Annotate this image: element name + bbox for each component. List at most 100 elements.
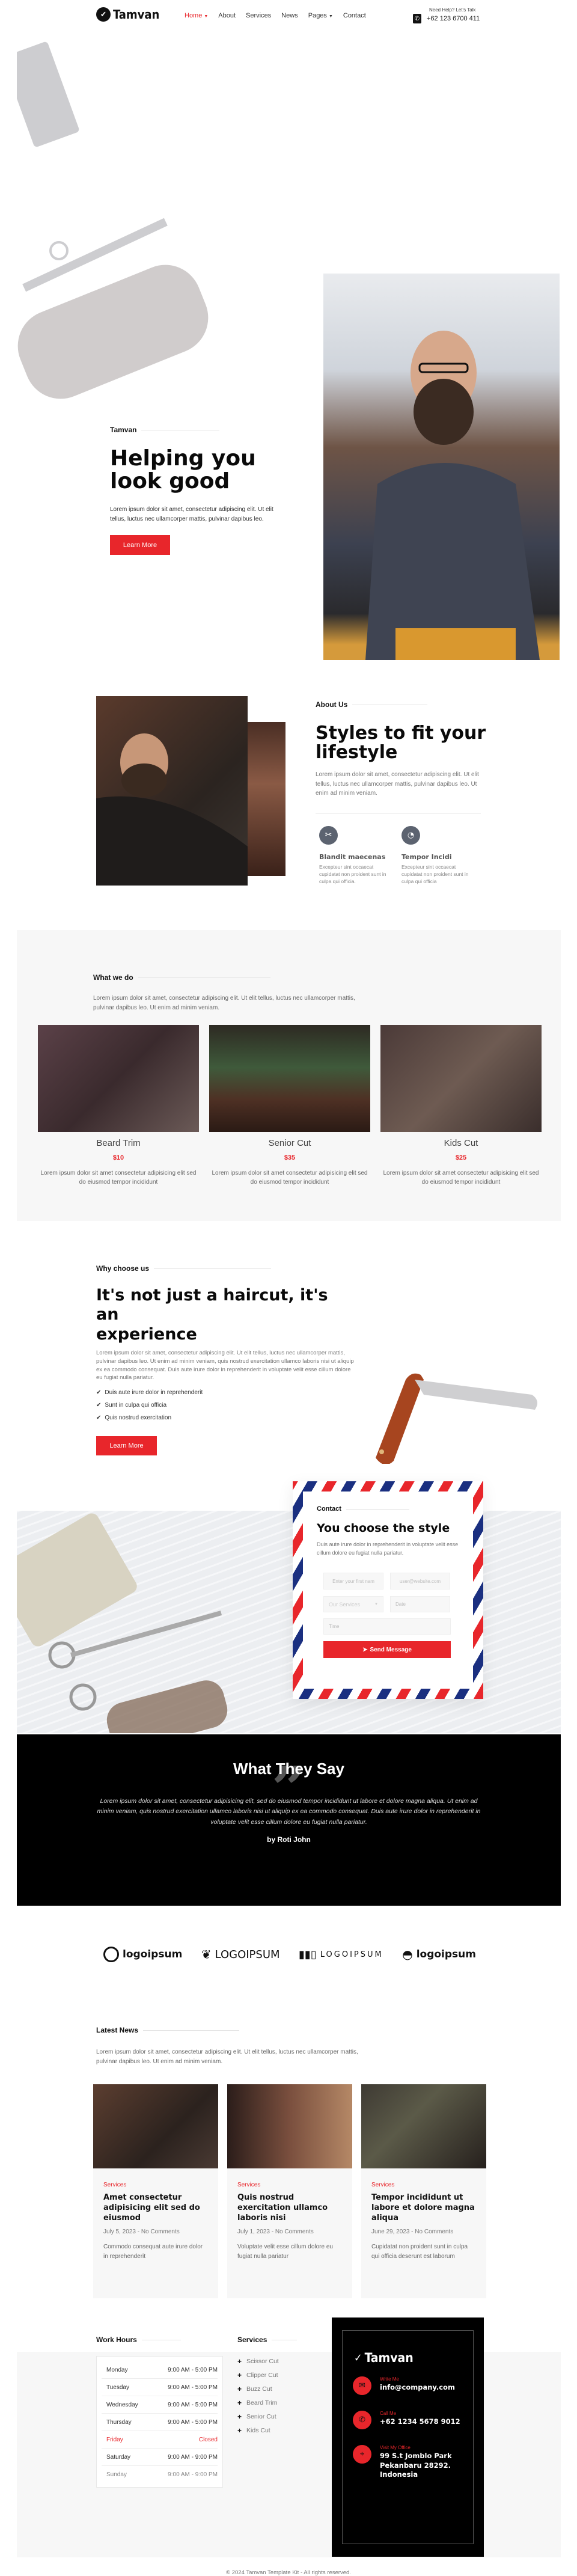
news-category[interactable]: Services <box>237 2182 342 2188</box>
hero-kicker: Tamvan <box>110 426 220 434</box>
service-description: Lorem ipsum dolor sit amet consectetur a… <box>212 1170 368 1186</box>
news-title[interactable]: Quis nostrud exercitation ullamco labori… <box>237 2193 342 2224</box>
service-image-senior-cut <box>209 1025 370 1132</box>
why-learn-more-button[interactable]: Learn More <box>96 1436 157 1456</box>
partner-logo[interactable]: ❦ LOGOIPSUM <box>201 1947 280 1962</box>
phone-icon: ✆ <box>413 14 421 23</box>
about-photo-main <box>96 696 248 886</box>
partner-logo[interactable]: ◓ logoipsum <box>402 1947 476 1962</box>
check-icon: ✔ <box>96 1415 102 1422</box>
nav-item-services[interactable]: Services <box>246 12 271 19</box>
hours-row-closed: Friday Closed <box>102 2431 218 2449</box>
plus-icon: + <box>237 2399 242 2407</box>
button-label: Send Message <box>370 1646 412 1653</box>
why-title-line: experience <box>96 1324 197 1344</box>
footer-contact-card: ✓ Tamvan ✉ Write Me info@company.com ✆ Ca… <box>332 2317 484 2557</box>
footer-contacts: ✉ Write Me info@company.com ✆ Call Me +62 … <box>353 2376 473 2492</box>
date-input[interactable]: Date <box>390 1596 450 1612</box>
footer-service-link[interactable]: + Senior Cut <box>237 2412 297 2421</box>
about-divider <box>316 813 481 814</box>
contact-kicker: Contact <box>317 1505 461 1513</box>
news-comments[interactable]: No Comments <box>141 2229 180 2235</box>
news-title[interactable]: Tempor incididunt ut labore et dolore ma… <box>371 2193 476 2224</box>
contact-value[interactable]: info@company.com <box>380 2383 455 2393</box>
service-card[interactable]: Beard Trim $10 Lorem ipsum dolor sit ame… <box>38 1025 199 1187</box>
news-category[interactable]: Services <box>103 2182 208 2188</box>
footer-service-link[interactable]: + Scissor Cut <box>237 2357 297 2366</box>
service-card[interactable]: Senior Cut $35 Lorem ipsum dolor sit ame… <box>209 1025 370 1187</box>
partner-logo[interactable]: ▮▮▯ LOGOIPSUM <box>299 1948 383 1961</box>
hero-title-line: Helping you <box>110 446 256 471</box>
news-excerpt: Voluptate velit esse cillum dolore eu fu… <box>237 2243 333 2260</box>
chevron-down-icon: ▼ <box>328 14 333 19</box>
news-cards: Services Amet consectetur adipisicing el… <box>93 2084 486 2298</box>
main-nav: Home ▼ About Services News Pages ▼ Contact <box>185 12 366 19</box>
header-phone[interactable]: +62 123 6700 411 <box>427 15 480 22</box>
email-input[interactable]: user@website.com <box>390 1573 450 1589</box>
why-section: Why choose us It's not just a haircut, i… <box>96 1264 355 1456</box>
news-image <box>361 2084 486 2168</box>
news-card[interactable]: Services Amet consectetur adipisicing el… <box>93 2084 218 2298</box>
kicker-divider <box>154 1268 272 1269</box>
footer-service-link[interactable]: + Kids Cut <box>237 2426 297 2435</box>
nav-item-pages[interactable]: Pages ▼ <box>308 12 333 19</box>
hero-learn-more-button[interactable]: Learn More <box>110 535 170 555</box>
service-link-text: Buzz Cut <box>246 2385 272 2393</box>
kicker-text: Tamvan <box>110 426 137 434</box>
barber-portrait <box>365 331 540 660</box>
news-comments[interactable]: No Comments <box>415 2229 453 2235</box>
news-title[interactable]: Amet consectetur adipisicing elit sed do… <box>103 2193 208 2224</box>
why-kicker: Why choose us <box>96 1264 355 1273</box>
news-meta: July 5, 2023 - No Comments <box>103 2228 180 2235</box>
news-card[interactable]: Services Tempor incididunt ut labore et … <box>361 2084 486 2298</box>
testimonial-quote: Lorem ipsum dolor sit amet, consectetur … <box>97 1797 481 1826</box>
nav-item-home[interactable]: Home ▼ <box>185 12 208 19</box>
nav-item-news[interactable]: News <box>281 12 298 19</box>
hours-row: Wednesday 9:00 AM - 5:00 PM <box>102 2396 218 2414</box>
service-link-text: Scissor Cut <box>246 2358 279 2365</box>
first-name-input[interactable]: Enter your first nam <box>323 1573 383 1589</box>
nav-item-contact[interactable]: Contact <box>343 12 366 19</box>
chevron-down-icon: ▼ <box>204 14 209 19</box>
site-header: ✔ Tamvan Home ▼ About Services News Pages… <box>0 0 577 31</box>
news-card[interactable]: Services Quis nostrud exercitation ullam… <box>227 2084 352 2298</box>
news-meta: July 1, 2023 - No Comments <box>237 2228 314 2235</box>
brand-logo[interactable]: ✔ Tamvan <box>96 7 159 22</box>
help-label: Need Help? Let's Talk <box>429 7 476 13</box>
why-checklist: ✔ Duis aute irure dolor in reprehenderit … <box>96 1389 355 1421</box>
hours-table: Monday 9:00 AM - 5:00 PM Tuesday 9:00 AM -… <box>96 2356 223 2488</box>
footer-service-link[interactable]: + Buzz Cut <box>237 2385 297 2393</box>
service-description: Lorem ipsum dolor sit amet consectetur a… <box>40 1170 197 1186</box>
service-card[interactable]: Kids Cut $25 Lorem ipsum dolor sit amet … <box>380 1025 542 1187</box>
logo-mark-icon: ✔ <box>96 7 111 22</box>
service-cards: Beard Trim $10 Lorem ipsum dolor sit ame… <box>38 1025 543 1187</box>
footer-service-link[interactable]: + Beard Trim <box>237 2399 297 2407</box>
news-comments[interactable]: No Comments <box>275 2229 314 2235</box>
scissors-icon: ✂ <box>319 825 338 845</box>
footer-services-block: Services + Scissor Cut + Clipper Cut + Buzz… <box>237 2336 298 2440</box>
booking-form: Enter your first nam user@website.com Ou… <box>323 1573 451 1658</box>
what-we-do-section: What we do Lorem ipsum dolor sit amet, c… <box>17 930 561 1221</box>
hours-time: 9:00 AM - 5:00 PM <box>168 2418 218 2426</box>
time-input[interactable]: Time <box>323 1618 451 1635</box>
services-select[interactable]: Our Services ▼ <box>323 1596 383 1612</box>
about-text: Lorem ipsum dolor sit amet, consectetur … <box>316 771 479 797</box>
send-message-button[interactable]: ➤ Send Message <box>323 1641 451 1658</box>
contact-address: ⌖ Visit My Office 99 S.t Jomblo Park Peka… <box>353 2445 473 2480</box>
testimonial-author: by Roti John <box>267 1835 311 1844</box>
footer-brand-logo[interactable]: ✓ Tamvan <box>354 2351 414 2365</box>
partner-logo[interactable]: logoipsum <box>103 1947 182 1962</box>
footer-service-link[interactable]: + Clipper Cut <box>237 2371 297 2379</box>
service-title: Senior Cut <box>268 1138 311 1148</box>
kicker-divider <box>143 2030 240 2031</box>
plus-icon: + <box>237 2426 242 2435</box>
work-hours-block: Work Hours Monday 9:00 AM - 5:00 PM Tuesd… <box>96 2336 223 2488</box>
contact-value[interactable]: +62 1234 5678 9012 <box>380 2417 460 2427</box>
nav-item-about[interactable]: About <box>218 12 236 19</box>
news-body: Services Amet consectetur adipisicing el… <box>93 2168 218 2275</box>
news-category[interactable]: Services <box>371 2182 476 2188</box>
checklist-text: Sunt in culpa qui officia <box>105 1402 167 1409</box>
feature-item: ✂ Blandit maecenas Excepteur sint occaec… <box>319 825 388 886</box>
feature-title: Tempor Incidi <box>401 852 452 861</box>
contact-value: 99 S.t Jomblo Park Pekanbaru 28292. Indo… <box>380 2452 452 2479</box>
